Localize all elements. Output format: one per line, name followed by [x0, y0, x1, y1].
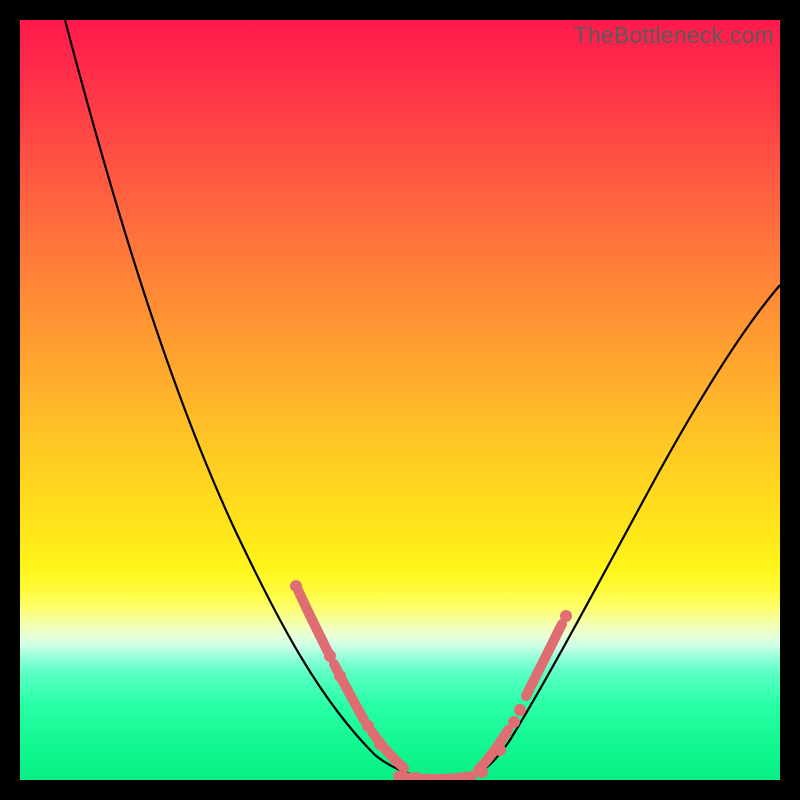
bead-segment-left-upper	[298, 590, 328, 652]
chart-frame: TheBottleneck.com	[20, 20, 780, 780]
bead-dot	[362, 720, 374, 732]
curve-right-branch	[450, 285, 780, 779]
bead-dot	[476, 766, 488, 778]
bead-dot	[290, 580, 302, 592]
bead-segment-left-low	[372, 732, 404, 768]
bead-dot	[334, 670, 346, 682]
bead-dot	[508, 716, 520, 728]
chart-svg	[20, 20, 780, 780]
bead-dot	[374, 738, 386, 750]
bead-dot	[514, 704, 526, 716]
bead-dot	[560, 610, 572, 622]
bead-dot	[324, 650, 336, 662]
bead-dot	[494, 744, 506, 756]
curve-left-branch	[65, 20, 450, 779]
